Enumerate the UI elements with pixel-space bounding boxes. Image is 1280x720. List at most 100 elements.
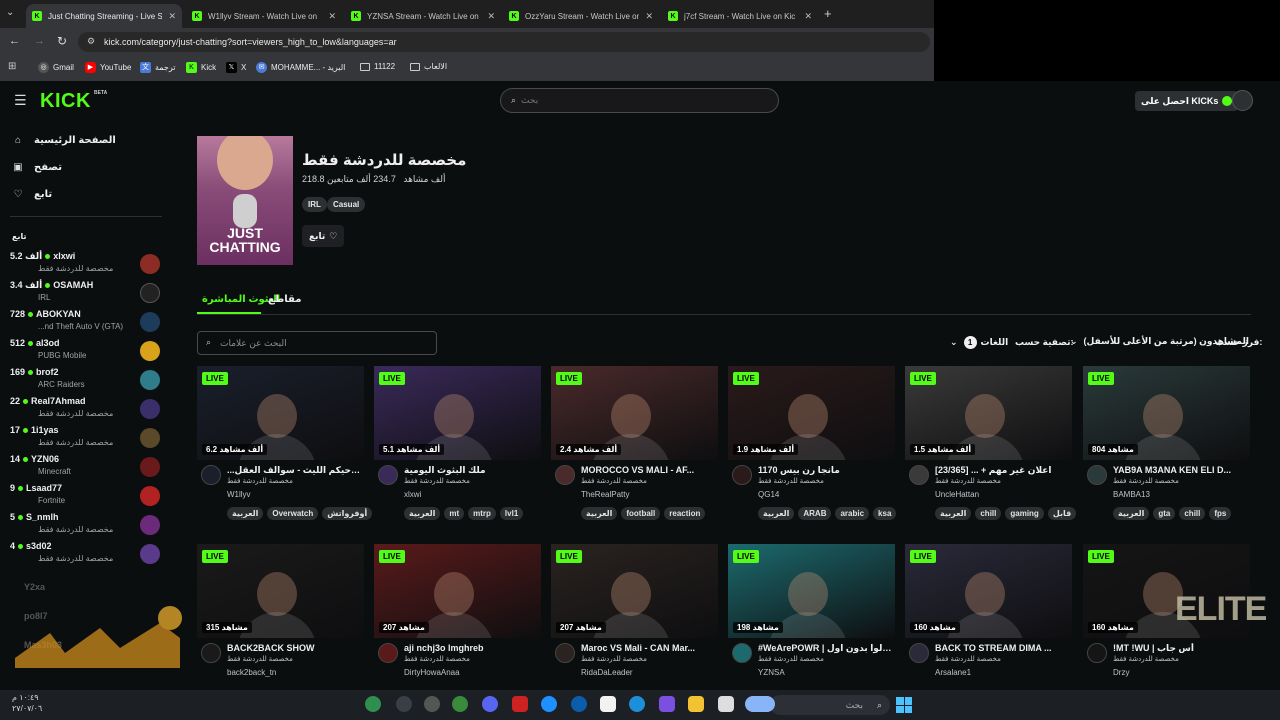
stream-tag[interactable]: reaction	[664, 507, 706, 520]
stream-tag[interactable]: ARAB	[798, 507, 832, 520]
stream-tag[interactable]: arabic	[835, 507, 870, 520]
stream-card[interactable]: LIVE 804 مشاهد YAB9A M3ANA KEN ELI D... مخص…	[1083, 366, 1250, 526]
channel-name[interactable]: Drzy	[1113, 668, 1129, 677]
stream-tag[interactable]: chill	[1179, 507, 1206, 520]
stream-title[interactable]: YAB9A M3ANA KEN ELI D...	[1113, 465, 1248, 475]
stream-tag[interactable]: lvl1	[499, 507, 524, 520]
avatar[interactable]	[732, 643, 752, 663]
taskbar-search[interactable]: بحث ⌕	[770, 695, 890, 715]
tab-close-icon[interactable]: ✕	[328, 11, 336, 22]
channel-name[interactable]: back2back_tn	[227, 668, 276, 677]
app-taskbar-icon[interactable]	[424, 696, 440, 712]
discord-taskbar-icon[interactable]	[482, 696, 498, 712]
followed-channel[interactable]: 14 YZN06 Minecraft	[10, 454, 160, 482]
bookmark-kick[interactable]: K Kick	[186, 62, 216, 73]
stream-card[interactable]: LIVE 207 مشاهد aji nchj3o lmghreb مخصصة للد…	[374, 544, 541, 704]
kick-logo[interactable]: KICK	[40, 90, 91, 113]
stream-tag[interactable]: fps	[1209, 507, 1232, 520]
stream-category[interactable]: مخصصة للدردشة فقط	[227, 477, 293, 485]
category-tag[interactable]: IRL	[302, 197, 327, 212]
stream-tag[interactable]: ksa	[873, 507, 897, 520]
channel-name[interactable]: W1llyv	[227, 490, 251, 499]
stream-card[interactable]: LIVE 1.5 ألف مشاهد [23/365] ... + اعلان غي…	[905, 366, 1077, 526]
chrome-taskbar-icon[interactable]	[365, 696, 381, 712]
site-info-icon[interactable]: ⚙	[87, 36, 95, 47]
category-tag[interactable]: Casual	[327, 197, 366, 212]
avatar[interactable]	[555, 465, 575, 485]
stream-category[interactable]: مخصصة للدردشة فقط	[758, 655, 824, 663]
stream-category[interactable]: مخصصة للدردشة فقط	[404, 655, 470, 663]
tab-close-icon[interactable]: ✕	[487, 11, 495, 22]
stream-tag[interactable]: chill	[975, 507, 1002, 520]
stream-tag[interactable]: Overwatch	[267, 507, 319, 520]
sidebar-item-home[interactable]: ⌂ الصفحة الرئيسية	[12, 135, 116, 146]
new-tab-plus-icon[interactable]: +	[824, 6, 832, 21]
avatar[interactable]	[378, 643, 398, 663]
bookmark-translate[interactable]: 文 ترجمة	[140, 62, 176, 73]
followed-channel[interactable]: 169 brof2 ARC Raiders	[10, 367, 160, 395]
stream-category[interactable]: مخصصة للدردشة فقط	[581, 655, 647, 663]
windows-start-icon[interactable]	[896, 697, 912, 713]
apps-grid-icon[interactable]: ⊞	[8, 61, 16, 72]
browser-tab[interactable]: K OzzYaru Stream - Watch Live on ✕	[503, 4, 659, 28]
stream-tag[interactable]: mtrp	[468, 507, 496, 520]
avatar[interactable]	[555, 643, 575, 663]
avatar[interactable]	[1087, 643, 1107, 663]
browser-tab[interactable]: K j7cf Stream - Watch Live on Kic ✕	[662, 4, 818, 28]
stream-thumbnail[interactable]: LIVE 2.4 ألف مشاهد	[551, 366, 718, 460]
tab-close-icon[interactable]: ✕	[168, 11, 176, 22]
stream-tag[interactable]: gta	[1153, 507, 1176, 520]
tag-search-input[interactable]: ⌕ البحث عن علامات	[197, 331, 437, 355]
tab-close-icon[interactable]: ✕	[645, 11, 653, 22]
stream-tag[interactable]: football	[621, 507, 661, 520]
store-taskbar-icon[interactable]	[600, 696, 616, 712]
stream-thumbnail[interactable]: LIVE 5.1 ألف مشاهد	[374, 366, 541, 460]
stream-thumbnail[interactable]: LIVE 315 مشاهد	[197, 544, 364, 638]
tab-clips[interactable]: مقاطع	[268, 294, 301, 305]
weather-taskbar-icon[interactable]	[745, 696, 775, 712]
browser-tab[interactable]: K Just Chatting Streaming - Live S ✕	[26, 4, 182, 28]
stream-thumbnail[interactable]: LIVE 207 مشاهد	[551, 544, 718, 638]
language-filter[interactable]: ⌄ 1 اللغات	[950, 336, 1008, 349]
stream-tag[interactable]: العربية	[935, 507, 972, 520]
edge-taskbar-icon[interactable]	[629, 696, 645, 712]
address-bar[interactable]: ⚙ kick.com/category/just-chatting?sort=v…	[78, 32, 930, 52]
stream-thumbnail[interactable]: LIVE 1.9 ألف مشاهد	[728, 366, 895, 460]
offline-channel[interactable]: Y2xa	[24, 582, 45, 592]
bookmark-folder-11122[interactable]: 11122	[360, 62, 395, 71]
stream-tag[interactable]: gaming	[1005, 507, 1044, 520]
stream-card[interactable]: LIVE 2.4 ألف مشاهد MOROCCO VS MALI - AF...…	[551, 366, 718, 526]
stream-thumbnail[interactable]: LIVE 1.5 ألف مشاهد	[905, 366, 1072, 460]
stream-title[interactable]: 1170 مانجا رن بيس	[758, 465, 893, 476]
tab-close-icon[interactable]: ✕	[804, 11, 812, 22]
bookmark-x[interactable]: 𝕏X	[226, 62, 246, 73]
reload-icon[interactable]: ↻	[57, 34, 67, 48]
stream-title[interactable]: ملك البثوث اليومية	[404, 465, 539, 476]
stream-tag[interactable]: قابل	[1047, 507, 1077, 520]
stream-title[interactable]: BACK2BACK SHOW	[227, 643, 362, 653]
stream-tag[interactable]: العربية	[404, 507, 441, 520]
settings-taskbar-icon[interactable]	[396, 696, 412, 712]
stream-tag[interactable]: العربية	[581, 507, 618, 520]
back-arrow-icon[interactable]: ←	[9, 35, 20, 47]
sidebar-item-following[interactable]: ♡ تابع	[12, 189, 53, 200]
stream-title[interactable]: ...يكم ويقول حيكم الليث - سوالف العقل	[227, 465, 362, 476]
avatar[interactable]	[909, 465, 929, 485]
avatar[interactable]	[201, 465, 221, 485]
stream-thumbnail[interactable]: LIVE 160 مشاهد	[905, 544, 1072, 638]
hamburger-menu-icon[interactable]: ☰	[14, 92, 27, 109]
stream-title[interactable]: [23/365] ... + اعلان غير مهم	[935, 465, 1070, 476]
user-avatar[interactable]	[1232, 90, 1253, 111]
stream-card[interactable]: LIVE 207 مشاهد Maroc VS Mali - CAN Mar... م…	[551, 544, 718, 704]
stream-category[interactable]: مخصصة للدردشة فقط	[1113, 477, 1179, 485]
help-taskbar-icon[interactable]	[541, 696, 557, 712]
stream-thumbnail[interactable]: LIVE 804 مشاهد	[1083, 366, 1250, 460]
copilot-taskbar-icon[interactable]	[659, 696, 675, 712]
forward-arrow-icon[interactable]: →	[34, 35, 45, 47]
app-taskbar-icon[interactable]	[718, 696, 734, 712]
hp-taskbar-icon[interactable]	[571, 696, 587, 712]
avatar[interactable]	[1087, 465, 1107, 485]
get-kicks-button[interactable]: احصل على KICKs	[1135, 91, 1239, 111]
channel-name[interactable]: QG14	[758, 490, 779, 499]
channel-name[interactable]: UncleHattan	[935, 490, 979, 499]
